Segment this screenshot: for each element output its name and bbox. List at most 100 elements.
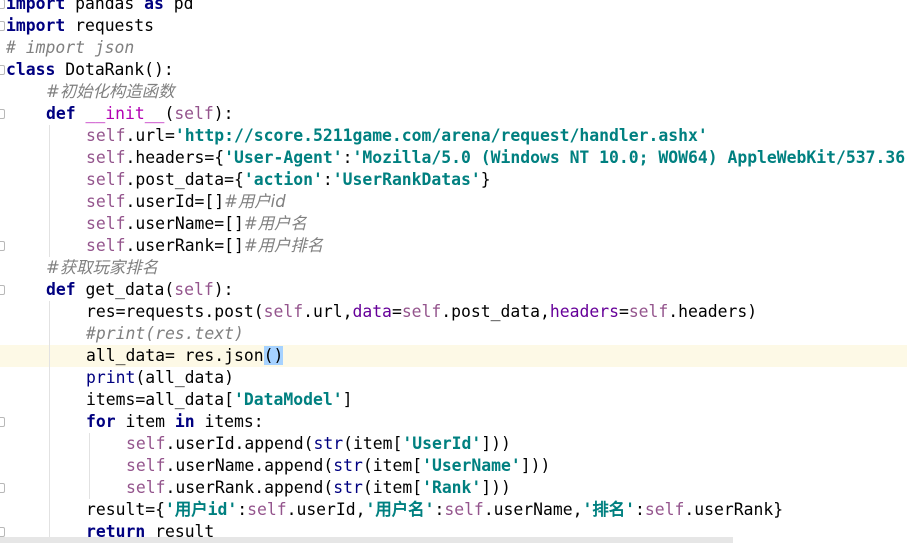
code-token: : <box>342 148 353 167</box>
code-line[interactable]: import requests <box>0 15 907 37</box>
code-line[interactable]: def __init__(self): <box>0 103 907 125</box>
code-token: self <box>444 500 484 519</box>
fold-marker-icon[interactable] <box>0 527 5 537</box>
code-line[interactable]: self.userName.append(str(item['UserName'… <box>0 455 907 477</box>
code-token: self <box>126 478 166 497</box>
code-text: result={'用户id':self.userId,'用户名':self.us… <box>86 499 783 521</box>
code-line[interactable]: self.userId=[]#用户id <box>0 191 907 213</box>
code-token: def <box>46 280 76 299</box>
code-text: import pandas as pd <box>6 0 194 15</box>
code-token: items: <box>194 412 264 431</box>
fold-marker-icon[interactable] <box>0 285 5 295</box>
code-token: #用户名 <box>243 214 307 233</box>
code-token: ): <box>213 280 234 299</box>
fold-marker-icon[interactable] <box>0 109 5 119</box>
code-token: #用户id <box>224 192 286 211</box>
code-line[interactable]: #获取玩家排名 <box>0 257 907 279</box>
code-line[interactable]: all_data= res.json() <box>0 345 907 367</box>
code-token: .userId, <box>286 500 366 519</box>
code-text: all_data= res.json() <box>86 345 284 367</box>
code-token: .userId.append( <box>165 434 314 453</box>
code-token: .userName.append( <box>165 456 334 475</box>
code-token: } <box>480 170 491 189</box>
code-token: in <box>174 412 195 431</box>
code-token: : <box>635 500 645 519</box>
code-token: self <box>86 126 126 145</box>
code-token: 'UserName' <box>422 456 521 475</box>
code-text: self.userRank=[]#用户排名 <box>86 235 323 257</box>
code-token: 'http://score.5211game.com/arena/request… <box>174 126 708 145</box>
code-text: self.userName=[]#用户名 <box>86 213 307 235</box>
fold-marker-icon[interactable] <box>0 65 5 75</box>
code-token: ( <box>164 104 175 123</box>
fold-marker-icon[interactable] <box>0 0 5 9</box>
code-text: class DotaRank(): <box>6 59 174 81</box>
code-token: 'DataModel' <box>234 390 343 409</box>
code-line[interactable]: res=requests.post(self.url,data=self.pos… <box>0 301 907 323</box>
code-token: self <box>86 192 126 211</box>
code-line[interactable]: self.headers={'User-Agent':'Mozilla/5.0 … <box>0 147 907 169</box>
code-token: for <box>86 412 116 431</box>
code-text: self.userId=[]#用户id <box>86 191 286 213</box>
gutter <box>0 345 6 367</box>
code-token: .userName, <box>483 500 583 519</box>
fold-marker-icon[interactable] <box>0 21 5 31</box>
code-line[interactable]: #print(res.text) <box>0 323 907 345</box>
gutter <box>0 279 6 301</box>
code-token: self <box>86 170 126 189</box>
code-token: data <box>352 302 392 321</box>
code-token: (item[ <box>362 456 423 475</box>
code-token: self <box>86 236 126 255</box>
code-line[interactable]: self.url='http://score.5211game.com/aren… <box>0 125 907 147</box>
code-line[interactable]: # import json <box>0 37 907 59</box>
code-token: __init__ <box>85 104 165 123</box>
gutter <box>0 455 6 477</box>
code-line[interactable]: def get_data(self): <box>0 279 907 301</box>
code-line[interactable]: self.userRank.append(str(item['Rank'])) <box>0 477 907 499</box>
code-token: as <box>144 0 164 13</box>
code-token: (all_data) <box>135 368 235 387</box>
code-line[interactable]: #初始化构造函数 <box>0 81 907 103</box>
code-token: def <box>46 104 76 123</box>
code-token: ])) <box>520 456 551 475</box>
code-token: .userId=[] <box>125 192 225 211</box>
code-line[interactable]: import pandas as pd <box>0 0 907 15</box>
code-token: self <box>126 434 166 453</box>
code-line[interactable]: self.post_data={'action':'UserRankDatas'… <box>0 169 907 191</box>
code-token: ): <box>213 104 234 123</box>
code-line[interactable]: class DotaRank(): <box>0 59 907 81</box>
fold-marker-icon[interactable] <box>0 417 5 427</box>
indent-guide <box>49 125 50 257</box>
indent-guide <box>49 301 50 543</box>
code-line[interactable]: self.userRank=[]#用户排名 <box>0 235 907 257</box>
code-editor[interactable]: import pandas as pd import requests # impo… <box>0 0 907 543</box>
gutter <box>0 125 6 147</box>
code-token: 'UserRankDatas' <box>332 170 481 189</box>
code-line[interactable]: for item in items: <box>0 411 907 433</box>
gutter <box>0 323 6 345</box>
code-text: self.post_data={'action':'UserRankDatas'… <box>86 169 491 191</box>
fold-marker-icon[interactable] <box>0 483 5 493</box>
code-token: self <box>247 500 287 519</box>
code-line[interactable]: self.userId.append(str(item['UserId'])) <box>0 433 907 455</box>
code-token: self <box>86 214 126 233</box>
gutter <box>0 411 6 433</box>
code-token: self <box>126 456 166 475</box>
gutter <box>0 301 6 323</box>
code-line[interactable]: items=all_data['DataModel'] <box>0 389 907 411</box>
code-token: self <box>86 148 126 167</box>
code-token: self <box>174 104 214 123</box>
code-token: self <box>401 302 442 321</box>
code-token: self <box>263 302 304 321</box>
code-line[interactable]: self.userName=[]#用户名 <box>0 213 907 235</box>
horizontal-scrollbar[interactable] <box>0 537 733 543</box>
code-token: .userRank.append( <box>165 478 334 497</box>
fold-marker-icon[interactable] <box>0 241 5 251</box>
gutter <box>0 103 6 125</box>
code-line[interactable]: print(all_data) <box>0 367 907 389</box>
code-token: .post_data, <box>441 302 550 321</box>
code-line[interactable]: result={'用户id':self.userId,'用户名':self.us… <box>0 499 907 521</box>
code-token: : <box>237 500 248 519</box>
code-token: str <box>313 434 344 453</box>
